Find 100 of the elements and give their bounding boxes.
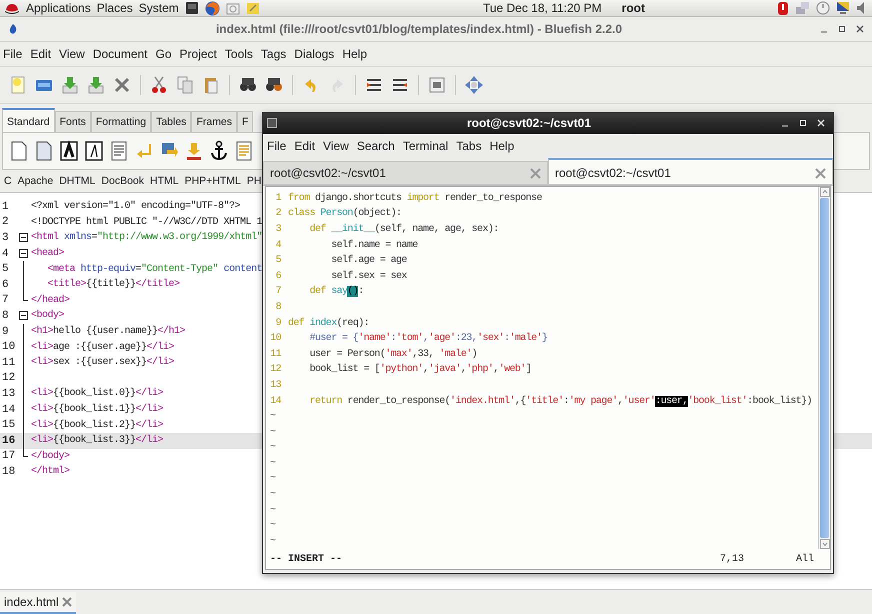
terminal-tab[interactable]: root@csvt02:~/csvt01 <box>263 161 548 186</box>
code-line: <li>sex :{{user.sex}}</li> <box>31 357 174 368</box>
empty-line-marker: ~ <box>270 426 276 438</box>
menu-item[interactable]: File <box>267 138 286 153</box>
anchor-icon[interactable] <box>209 140 229 162</box>
menu-item[interactable]: Help <box>342 47 367 61</box>
window-title: root@csvt02:~/csvt01 <box>466 116 592 130</box>
line-number: 2 <box>1 216 10 228</box>
quickstart-icon[interactable] <box>9 140 29 162</box>
code-line: <li>age :{{user.age}}</li> <box>31 342 174 353</box>
notepad-icon[interactable] <box>246 1 260 15</box>
menu-item[interactable]: View <box>59 47 85 61</box>
panel-menu-item[interactable]: Applications <box>26 1 91 15</box>
code-line: <li>{{book_list.2}}</li> <box>31 420 164 431</box>
terminal-icon[interactable] <box>184 1 199 15</box>
save-as-icon[interactable] <box>86 75 106 95</box>
monitor-icon[interactable] <box>836 1 850 15</box>
insert-icon[interactable] <box>184 140 204 162</box>
scroll-up-icon[interactable] <box>820 187 830 198</box>
fold-collapse-icon[interactable] <box>19 233 28 242</box>
toolbar-tab[interactable]: Formatting <box>90 111 152 132</box>
quickbar-tab[interactable]: PH <box>246 175 262 187</box>
editor-mode: -- INSERT -- <box>270 554 344 565</box>
fold-collapse-icon[interactable] <box>19 249 28 258</box>
boxed-glyph-icon[interactable] <box>84 140 104 162</box>
alert-icon[interactable] <box>777 0 789 16</box>
line-number: 2 <box>274 208 281 220</box>
toolbar-tab[interactable]: F <box>237 111 254 132</box>
move-arrows-icon[interactable] <box>464 75 484 95</box>
code-line: <title>{{title}}</title> <box>46 279 180 290</box>
terminal-tab[interactable]: root@csvt02:~/csvt01 <box>548 158 833 186</box>
menu-item[interactable]: View <box>323 138 349 153</box>
scroll-down-icon[interactable] <box>820 539 830 550</box>
menu-item[interactable]: Project <box>180 47 217 61</box>
toolbar-tab[interactable]: Tables <box>151 111 192 132</box>
line-number: 8 <box>274 302 281 313</box>
line-number: 17 <box>1 450 16 462</box>
paragraph-icon[interactable] <box>109 140 129 162</box>
code-line: return render_to_response('index.html',{'title':'my page','user':user,'book_list':book_list}) <box>308 396 812 406</box>
quickbar-tab[interactable]: C <box>4 175 12 187</box>
blank-page-icon[interactable] <box>34 140 54 162</box>
globe-icon[interactable] <box>204 0 220 16</box>
document-icon[interactable] <box>234 140 254 162</box>
menu-item[interactable]: Tags <box>260 47 286 61</box>
toolbar-tab[interactable]: Standard <box>2 108 55 132</box>
line-number: 8 <box>1 310 10 322</box>
line-number: 9 <box>1 326 10 338</box>
code-line: <head> <box>31 248 64 260</box>
line-number: 12 <box>270 364 281 376</box>
code-line: self.sex = sex <box>330 270 407 282</box>
user-name[interactable]: root <box>622 1 645 15</box>
empty-line-marker: ~ <box>270 520 276 532</box>
clock-icon[interactable] <box>816 1 830 15</box>
line-number: 12 <box>1 372 16 384</box>
clock[interactable]: Tue Dec 18, 11:20 PM <box>482 1 602 15</box>
document-tab[interactable]: index.html <box>0 592 76 614</box>
line-number: 1 <box>274 192 281 204</box>
quickbar-tab[interactable]: Apache <box>18 175 54 187</box>
line-number: 5 <box>1 263 10 276</box>
menu-item[interactable]: Terminal <box>402 138 448 153</box>
menu-item[interactable]: Dialogs <box>294 47 334 61</box>
code-line: <meta http-equiv="Content-Type" content <box>46 264 262 275</box>
menu-item[interactable]: Tools <box>224 47 253 61</box>
menu-item[interactable]: Go <box>156 47 172 61</box>
line-number: 18 <box>1 466 16 478</box>
quickbar-tab[interactable]: HTML <box>150 175 179 187</box>
quickbar-tab[interactable]: DocBook <box>101 175 144 187</box>
menu-item[interactable]: File <box>3 47 22 61</box>
menu-item[interactable]: Document <box>92 47 148 61</box>
menu-item[interactable]: Edit <box>30 47 52 61</box>
quickbar-tab[interactable]: PHP+HTML <box>184 175 241 187</box>
code-line: <li>{{book_list.0}}</li> <box>31 388 164 400</box>
code-line: </body> <box>31 450 70 462</box>
quickbar-tab[interactable]: DHTML <box>59 175 96 187</box>
toolbar-tab[interactable]: Fonts <box>54 111 91 132</box>
toolbar-tab[interactable]: Frames <box>191 111 238 132</box>
code-line: <body> <box>31 310 64 322</box>
maximize-icon[interactable] <box>838 25 846 33</box>
menu-item[interactable]: Search <box>356 138 395 153</box>
menu-item[interactable]: Help <box>490 138 514 153</box>
preview-icon[interactable] <box>427 75 447 95</box>
line-number: 6 <box>274 270 281 282</box>
scrollbar[interactable] <box>818 187 830 550</box>
line-number: 15 <box>1 419 16 432</box>
code-line: self.age = age <box>330 255 407 266</box>
menu-item[interactable]: Edit <box>294 138 316 153</box>
save-icon[interactable] <box>60 75 80 95</box>
line-number: 5 <box>274 255 281 266</box>
scissors-icon[interactable] <box>149 75 169 95</box>
hat-logo-icon[interactable] <box>4 1 20 15</box>
close-icon[interactable] <box>856 25 864 33</box>
empty-line-marker: ~ <box>270 458 276 469</box>
code-line: </html> <box>31 466 70 478</box>
panel-menu-item[interactable]: Places <box>96 1 133 15</box>
fold-collapse-icon[interactable] <box>19 311 28 320</box>
panel-menu-item[interactable]: System <box>138 1 179 15</box>
code-line: def index(req): <box>288 318 370 329</box>
menu-item[interactable]: Tabs <box>456 138 482 153</box>
boxed-glyph-icon[interactable] <box>59 140 79 162</box>
scroll-position: All <box>796 554 816 565</box>
